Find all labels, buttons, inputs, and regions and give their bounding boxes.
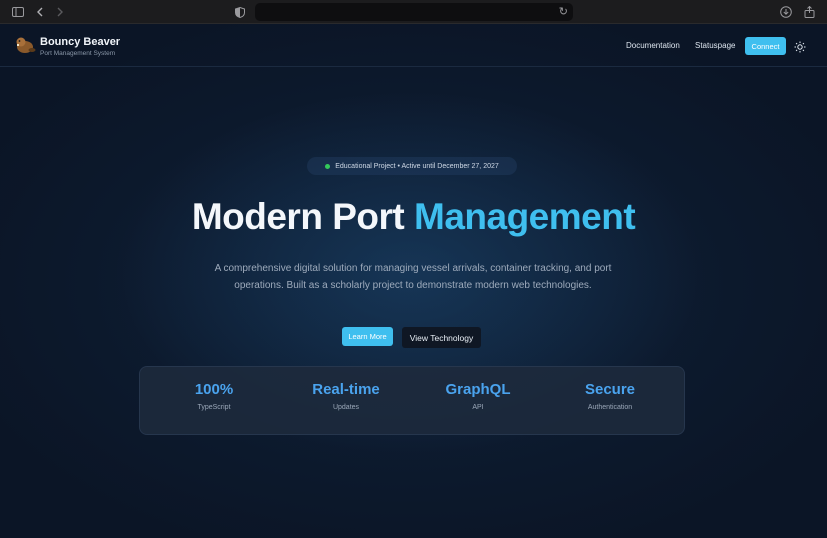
brand-subtitle: Port Management System [40,50,116,57]
learn-more-button[interactable]: Learn More [342,327,393,346]
stats-panel: 100% TypeScript Real-time Updates GraphQ… [139,366,685,435]
address-bar[interactable]: ↻ [255,3,573,21]
browser-toolbar: ↻ [0,0,827,24]
hero-description: A comprehensive digital solution for man… [214,263,612,291]
stat-label: Updates [332,404,360,411]
hero-title: Modern Port Management [0,196,827,238]
stat-secure: Secure Authentication [550,381,670,411]
sidebar-toggle-icon[interactable] [10,4,26,20]
top-navbar: Bouncy Beaver Port Management System Doc… [0,24,827,67]
connect-button[interactable]: Connect [745,37,786,55]
stat-label: Authentication [587,404,633,411]
stat-value: Secure [584,381,636,398]
stat-value: Real-time [312,381,380,398]
privacy-shield-icon[interactable] [232,4,248,20]
stat-label: TypeScript [197,404,231,411]
stat-label: API [472,404,484,411]
share-icon[interactable] [801,4,817,20]
nav-link-statuspage[interactable]: Statuspage [695,41,735,50]
stat-value: GraphQL [445,381,511,398]
reload-icon[interactable]: ↻ [559,5,568,18]
stat-realtime: Real-time Updates [286,381,406,411]
forward-icon[interactable] [52,4,68,20]
project-status-badge: Educational Project • Active until Decem… [307,157,517,175]
stat-graphql: GraphQL API [418,381,538,411]
hero-title-main: Modern Port [191,196,414,237]
stat-typescript: 100% TypeScript [154,381,274,411]
view-technology-button[interactable]: View Technology [402,327,481,348]
back-icon[interactable] [32,4,48,20]
status-dot-icon [325,163,331,169]
stat-value: 100% [194,381,234,398]
badge-text: Educational Project • Active until Decem… [335,162,499,170]
download-icon[interactable] [778,4,794,20]
brand-name[interactable]: Bouncy Beaver [40,36,120,48]
landing-page: Bouncy Beaver Port Management System Doc… [0,24,827,538]
hero-title-accent: Management [414,196,636,237]
nav-link-documentation[interactable]: Documentation [626,41,680,50]
sun-icon[interactable] [794,40,806,53]
beaver-logo-icon[interactable] [14,36,36,54]
